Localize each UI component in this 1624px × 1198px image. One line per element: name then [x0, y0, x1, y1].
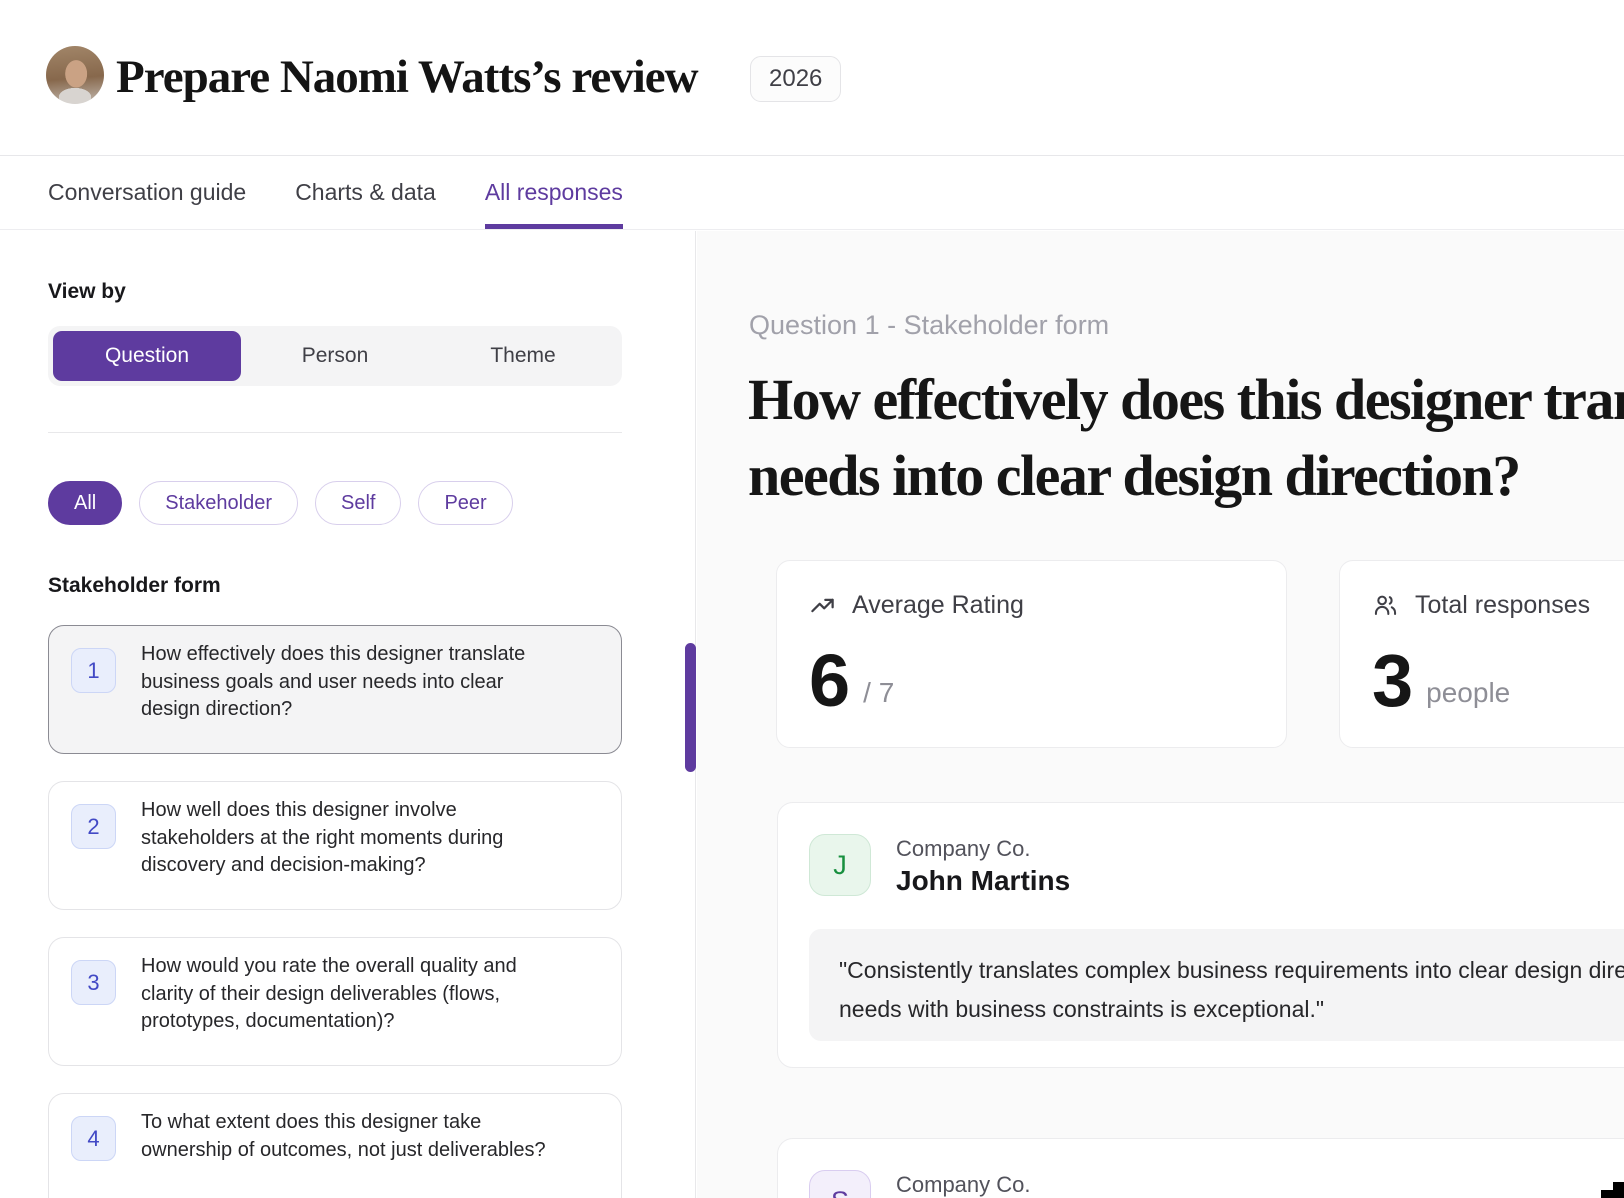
question-text: To what extent does this designer take o…	[141, 1109, 565, 1164]
question-context-label: Question 1 - Stakeholder form	[749, 310, 1109, 341]
response-quote: "Consistently translates complex busines…	[809, 929, 1624, 1041]
tab-bar: Conversation guide Charts & data All res…	[0, 155, 1624, 230]
question-title-line-1: How effectively does this designer trans…	[748, 362, 1624, 438]
response-card-2: S Company Co.	[777, 1138, 1624, 1198]
active-question-indicator	[685, 643, 696, 772]
responder-company: Company Co.	[896, 1172, 1031, 1198]
view-mode-person[interactable]: Person	[241, 331, 429, 381]
question-text: How well does this designer involve stak…	[141, 797, 565, 880]
average-rating-scale: / 7	[863, 677, 894, 716]
average-rating-card: Average Rating 6 / 7	[776, 560, 1287, 748]
question-number-badge: 3	[71, 960, 116, 1005]
review-page: Prepare Naomi Watts’s review 2026 Conver…	[0, 0, 1624, 1198]
reviewee-avatar	[46, 46, 104, 104]
question-text: How effectively does this designer trans…	[141, 641, 565, 724]
mouse-cursor	[1601, 1190, 1615, 1198]
question-card-1[interactable]: 1 How effectively does this designer tra…	[48, 625, 622, 754]
tab-all-responses[interactable]: All responses	[485, 156, 623, 229]
response-quote-line-1: "Consistently translates complex busines…	[839, 951, 1624, 990]
page-title: Prepare Naomi Watts’s review	[116, 50, 698, 104]
question-title: How effectively does this designer trans…	[748, 362, 1624, 514]
people-icon	[1372, 592, 1399, 619]
response-card-john-martins: J Company Co. John Martins "Consistently…	[777, 802, 1624, 1068]
year-badge: 2026	[750, 56, 841, 102]
question-number-badge: 4	[71, 1116, 116, 1161]
responder-name: John Martins	[896, 865, 1070, 897]
question-number-badge: 2	[71, 804, 116, 849]
filter-stakeholder[interactable]: Stakeholder	[139, 481, 298, 525]
page-header: Prepare Naomi Watts’s review 2026	[0, 0, 1624, 155]
total-responses-value: 3	[1372, 646, 1413, 716]
question-card-4[interactable]: 4 To what extent does this designer take…	[48, 1093, 622, 1198]
average-rating-label: Average Rating	[852, 591, 1024, 620]
responder-company: Company Co.	[896, 836, 1031, 862]
question-card-2[interactable]: 2 How well does this designer involve st…	[48, 781, 622, 910]
tab-conversation-guide[interactable]: Conversation guide	[48, 156, 246, 229]
responder-avatar: J	[809, 834, 871, 896]
total-responses-card: Total responses 3 people	[1339, 560, 1624, 748]
view-by-label: View by	[48, 280, 695, 304]
response-quote-line-2: needs with business constraints is excep…	[839, 990, 1624, 1029]
filter-peer[interactable]: Peer	[418, 481, 512, 525]
total-responses-label: Total responses	[1415, 591, 1590, 620]
filter-all[interactable]: All	[48, 481, 122, 525]
average-rating-value: 6	[809, 646, 850, 716]
sidebar: View by Question Person Theme All Stakeh…	[0, 231, 696, 1198]
view-mode-theme[interactable]: Theme	[429, 331, 617, 381]
question-title-line-2: needs into clear design direction?	[748, 438, 1624, 514]
sidebar-divider	[48, 432, 622, 433]
question-number-badge: 1	[71, 648, 116, 693]
responder-avatar: S	[809, 1170, 871, 1198]
trending-up-icon	[809, 592, 836, 619]
question-card-3[interactable]: 3 How would you rate the overall quality…	[48, 937, 622, 1066]
view-mode-switcher: Question Person Theme	[48, 326, 622, 386]
filter-pills: All Stakeholder Self Peer	[48, 481, 695, 525]
question-text: How would you rate the overall quality a…	[141, 953, 565, 1036]
form-section-title: Stakeholder form	[48, 574, 695, 598]
total-responses-unit: people	[1426, 677, 1510, 716]
view-mode-question[interactable]: Question	[53, 331, 241, 381]
filter-self[interactable]: Self	[315, 481, 401, 525]
tab-charts-data[interactable]: Charts & data	[295, 156, 436, 229]
